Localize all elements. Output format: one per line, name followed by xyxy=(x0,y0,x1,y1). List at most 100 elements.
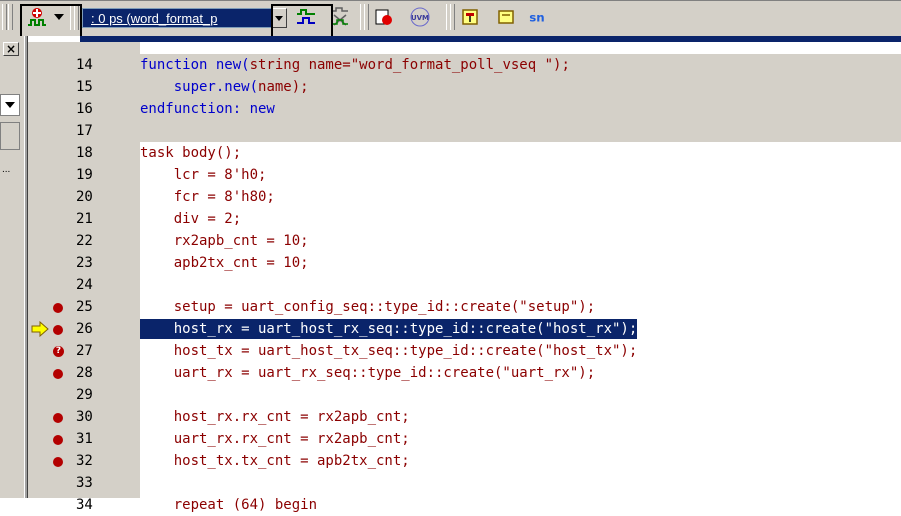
toolbar: : 0 ps (word_format_p UVM sn xyxy=(0,0,901,36)
code-text: div = 2; xyxy=(140,208,241,230)
code-text: host_rx = uart_host_rx_seq::type_id::cre… xyxy=(140,318,638,340)
code-line[interactable]: 33 xyxy=(28,472,901,494)
code-text: repeat (64) begin xyxy=(140,494,317,516)
code-area[interactable]: div = 2; xyxy=(140,208,901,230)
toolbar-grip[interactable] xyxy=(8,4,13,30)
code-area[interactable]: host_tx.tx_cnt = apb2tx_cnt; xyxy=(140,450,901,472)
line-number: 33 xyxy=(76,475,93,491)
code-area[interactable]: function new(string name="word_format_po… xyxy=(140,54,901,76)
line-number: 30 xyxy=(76,409,93,425)
code-area[interactable]: super.new(name); xyxy=(140,76,901,98)
code-line[interactable]: 15 super.new(name); xyxy=(28,76,901,98)
sn-icon[interactable]: sn xyxy=(527,6,547,28)
code-text: task body(); xyxy=(140,142,241,164)
close-icon[interactable]: × xyxy=(3,42,19,56)
code-line[interactable]: 21 div = 2; xyxy=(28,208,901,230)
breakpoint-icon[interactable] xyxy=(53,369,63,379)
svg-text:sn: sn xyxy=(529,11,544,25)
code-line[interactable]: 28 uart_rx = uart_rx_seq::type_id::creat… xyxy=(28,362,901,384)
code-area[interactable] xyxy=(140,274,901,296)
code-text: setup = uart_config_seq::type_id::create… xyxy=(140,296,595,318)
toolbar-grip[interactable] xyxy=(2,4,7,30)
code-line[interactable]: 26 host_rx = uart_host_rx_seq::type_id::… xyxy=(28,318,901,340)
side-panel-dropdown[interactable] xyxy=(0,94,20,116)
code-line[interactable]: ? 27 host_tx = uart_host_tx_seq::type_id:… xyxy=(28,340,901,362)
toolbar-grip[interactable] xyxy=(364,4,369,30)
line-number: 17 xyxy=(76,123,93,139)
stop-icon[interactable] xyxy=(374,6,394,28)
code-line[interactable]: 22 rx2apb_cnt = 10; xyxy=(28,230,901,252)
line-number: 16 xyxy=(76,101,93,117)
code-area[interactable] xyxy=(140,472,901,494)
source-editor[interactable]: 14 function new(string name="word_format_… xyxy=(28,42,901,513)
code-line[interactable]: 29 xyxy=(28,384,901,406)
breakpoint-icon[interactable] xyxy=(53,325,63,335)
code-text: lcr = 8'h0; xyxy=(140,164,267,186)
code-token: div = 2; xyxy=(140,211,242,227)
code-line[interactable]: 24 xyxy=(28,274,901,296)
toolbar-top-edge xyxy=(0,0,901,1)
code-line[interactable]: 14 function new(string name="word_format_… xyxy=(28,54,901,76)
signal-compare-icon[interactable] xyxy=(330,6,350,28)
code-token: string name="word_format_poll_vseq "); xyxy=(249,57,570,73)
line-number: 15 xyxy=(76,79,93,95)
code-area[interactable] xyxy=(140,384,901,406)
code-area[interactable]: host_tx = uart_host_tx_seq::type_id::cre… xyxy=(140,340,901,362)
code-line[interactable]: 31 uart_rx.rx_cnt = rx2apb_cnt; xyxy=(28,428,901,450)
code-area[interactable]: repeat (64) begin xyxy=(140,494,901,516)
code-line[interactable]: 32 host_tx.tx_cnt = apb2tx_cnt; xyxy=(28,450,901,472)
bookmark-icon[interactable] xyxy=(460,6,480,28)
breakpoint-icon[interactable] xyxy=(53,457,63,467)
code-token: lcr = 8'h0; xyxy=(140,167,267,183)
code-area[interactable]: setup = uart_config_seq::type_id::create… xyxy=(140,296,901,318)
line-number: 29 xyxy=(76,387,93,403)
breakpoint-unknown-icon[interactable]: ? xyxy=(53,346,64,357)
side-panel-button[interactable] xyxy=(0,122,20,150)
breakpoint-icon[interactable] xyxy=(53,435,63,445)
simulation-time-combo[interactable]: : 0 ps (word_format_p xyxy=(82,8,272,28)
line-number: 14 xyxy=(76,57,93,73)
code-line[interactable]: 17 xyxy=(28,120,901,142)
line-number: 22 xyxy=(76,233,93,249)
code-token: host_tx = uart_host_tx_seq::type_id::cre… xyxy=(140,343,638,359)
code-area[interactable]: uart_rx = uart_rx_seq::type_id::create("… xyxy=(140,362,901,384)
code-area[interactable]: uart_rx.rx_cnt = rx2apb_cnt; xyxy=(140,428,901,450)
code-line[interactable]: 16 endfunction: new xyxy=(28,98,901,120)
line-number: 20 xyxy=(76,189,93,205)
code-text: endfunction: new xyxy=(140,98,275,120)
code-line[interactable]: 30 host_rx.rx_cnt = rx2apb_cnt; xyxy=(28,406,901,428)
code-keyword: super.new( xyxy=(173,79,259,95)
code-area[interactable]: host_rx.rx_cnt = rx2apb_cnt; xyxy=(140,406,901,428)
code-text: super.new(name); xyxy=(140,76,309,98)
code-line[interactable]: 34 repeat (64) begin xyxy=(28,494,901,516)
code-area[interactable] xyxy=(140,120,901,142)
code-area[interactable]: task body(); xyxy=(140,142,901,164)
code-text: host_tx = uart_host_tx_seq::type_id::cre… xyxy=(140,340,638,362)
code-line[interactable]: 20 fcr = 8'h80; xyxy=(28,186,901,208)
toolbar-grip[interactable] xyxy=(450,4,455,30)
code-line[interactable]: 25 setup = uart_config_seq::type_id::cre… xyxy=(28,296,901,318)
code-token: fcr = 8'h80; xyxy=(140,189,275,205)
bookmark-outline-icon[interactable] xyxy=(496,6,516,28)
side-panel-ellipsis: ... xyxy=(2,164,11,175)
code-token: name); xyxy=(258,79,309,95)
line-number: 23 xyxy=(76,255,93,271)
code-area[interactable]: rx2apb_cnt = 10; xyxy=(140,230,901,252)
code-area[interactable]: apb2tx_cnt = 10; xyxy=(140,252,901,274)
code-line[interactable]: 19 lcr = 8'h0; xyxy=(28,164,901,186)
breakpoint-icon[interactable] xyxy=(53,303,63,313)
code-text: apb2tx_cnt = 10; xyxy=(140,252,309,274)
code-line[interactable]: 18 task body(); xyxy=(28,142,901,164)
code-area[interactable]: fcr = 8'h80; xyxy=(140,186,901,208)
breakpoint-icon[interactable] xyxy=(53,413,63,423)
code-area[interactable]: endfunction: new xyxy=(140,98,901,120)
code-token: apb2tx_cnt = 10; xyxy=(140,255,309,271)
code-area[interactable]: lcr = 8'h0; xyxy=(140,164,901,186)
code-area[interactable]: host_rx = uart_host_rx_seq::type_id::cre… xyxy=(140,318,901,340)
uvm-icon[interactable]: UVM xyxy=(408,6,432,28)
line-number: 25 xyxy=(76,299,93,315)
line-number: 24 xyxy=(76,277,93,293)
code-line[interactable]: 23 apb2tx_cnt = 10; xyxy=(28,252,901,274)
simulation-time-value: : 0 ps (word_format_p xyxy=(91,11,218,26)
code-token: uart_rx = uart_rx_seq::type_id::create("… xyxy=(140,365,596,381)
